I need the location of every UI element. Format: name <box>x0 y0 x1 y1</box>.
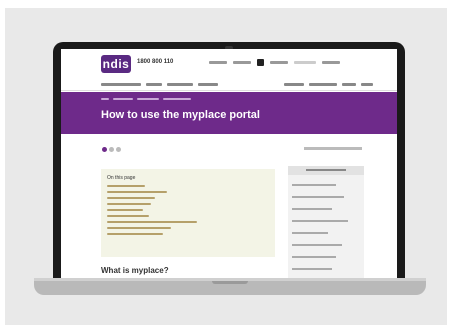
toc-link[interactable] <box>107 197 155 199</box>
laptop-trackpad-notch <box>212 281 248 284</box>
related-link[interactable] <box>292 268 332 270</box>
nav-item[interactable] <box>342 83 356 86</box>
section-heading: What is myplace? <box>101 266 169 275</box>
breadcrumb-item[interactable] <box>163 98 191 100</box>
top-nav-item[interactable] <box>209 61 227 64</box>
top-nav-item[interactable] <box>233 61 251 64</box>
breadcrumb-item[interactable] <box>113 98 133 100</box>
table-of-contents: On this page <box>101 169 275 257</box>
breadcrumb <box>101 98 191 100</box>
related-links-header <box>288 166 364 175</box>
nav-item[interactable] <box>167 83 193 86</box>
nav-item[interactable] <box>101 83 141 86</box>
nav-item[interactable] <box>146 83 162 86</box>
toc-link[interactable] <box>107 209 143 211</box>
laptop-bezel: ndis 1800 800 110 How to use the myplace… <box>53 42 405 278</box>
laptop-screen: ndis 1800 800 110 How to use the myplace… <box>61 49 397 278</box>
related-links-panel <box>288 166 364 278</box>
share-controls <box>102 147 121 152</box>
search-input[interactable] <box>294 61 316 64</box>
related-link[interactable] <box>292 256 336 258</box>
top-nav-item[interactable] <box>322 61 340 64</box>
related-link[interactable] <box>292 244 342 246</box>
ndis-logo[interactable]: ndis <box>101 55 131 73</box>
breadcrumb-item[interactable] <box>137 98 159 100</box>
toc-link[interactable] <box>107 233 163 235</box>
top-nav-item[interactable] <box>270 61 288 64</box>
phone-number[interactable]: 1800 800 110 <box>137 59 173 65</box>
email-icon[interactable] <box>116 147 121 152</box>
nav-item[interactable] <box>309 83 337 86</box>
related-link[interactable] <box>292 220 348 222</box>
toc-link[interactable] <box>107 215 149 217</box>
nav-item[interactable] <box>198 83 218 86</box>
related-link[interactable] <box>292 208 332 210</box>
page-title: How to use the myplace portal <box>101 109 260 121</box>
site-header: ndis 1800 800 110 <box>61 49 397 79</box>
toc-link[interactable] <box>107 185 145 187</box>
related-link[interactable] <box>292 184 336 186</box>
toc-link[interactable] <box>107 191 167 193</box>
toc-link[interactable] <box>107 203 151 205</box>
toc-link[interactable] <box>107 227 171 229</box>
toc-title: On this page <box>107 175 136 181</box>
related-link[interactable] <box>292 196 344 198</box>
top-nav <box>209 59 340 66</box>
toc-list <box>107 185 197 239</box>
breadcrumb-item[interactable] <box>101 98 109 100</box>
accessibility-icon[interactable] <box>257 59 264 66</box>
page-link[interactable] <box>304 147 362 150</box>
related-link[interactable] <box>292 232 328 234</box>
share-icon[interactable] <box>102 147 107 152</box>
toc-link[interactable] <box>107 221 197 223</box>
print-icon[interactable] <box>109 147 114 152</box>
main-nav <box>61 81 397 91</box>
nav-item[interactable] <box>284 83 304 86</box>
nav-item[interactable] <box>361 83 373 86</box>
